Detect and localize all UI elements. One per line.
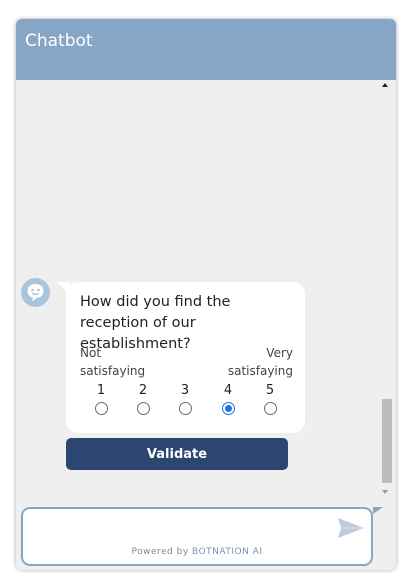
chat-title: Chatbot [25,31,93,51]
rating-option-1[interactable]: 1 [91,382,111,415]
message-box[interactable]: Powered by BOTNATION AI [21,507,373,566]
powered-by: Powered by BOTNATION AI [23,547,371,557]
rating-radio-2[interactable] [136,402,150,415]
messages-scrollbar[interactable] [378,81,394,501]
rating-low-label: Not satisfaying [80,346,146,378]
send-icon[interactable] [337,516,365,540]
rating-number: 3 [180,383,190,398]
rating-radio-3[interactable] [178,402,192,415]
rating-option-2[interactable]: 2 [133,382,153,415]
scroll-up-arrow-icon[interactable] [382,83,388,87]
rating-number: 4 [223,383,233,398]
rating-option-3[interactable]: 3 [175,382,195,415]
rating-high-label: Very satisfaying [227,346,293,378]
rating-radio-4-selected[interactable] [221,402,235,415]
powered-brand[interactable]: BOTNATION AI [192,547,262,557]
input-tail [373,507,383,514]
rating-option-4[interactable]: 4 [218,382,238,415]
message-input[interactable] [31,515,335,543]
chatbot-widget: Chatbot How did you find the reception o… [16,19,396,570]
scroll-down-arrow-icon[interactable] [382,490,388,494]
rating-radio-5[interactable] [263,402,277,415]
rating-radio-1[interactable] [94,402,108,415]
powered-prefix: Powered by [131,547,189,557]
rating-option-5[interactable]: 5 [260,382,280,415]
rating-number: 5 [265,383,275,398]
bot-avatar-icon [21,278,50,307]
rating-number: 2 [138,383,148,398]
scroll-thumb[interactable] [382,399,392,483]
validate-button[interactable]: Validate [66,438,288,470]
rating-number: 1 [96,383,106,398]
chat-header: Chatbot [16,19,396,80]
bot-message-bubble: How did you find the reception of our es… [66,282,305,433]
composer-area: Powered by BOTNATION AI [16,503,396,570]
